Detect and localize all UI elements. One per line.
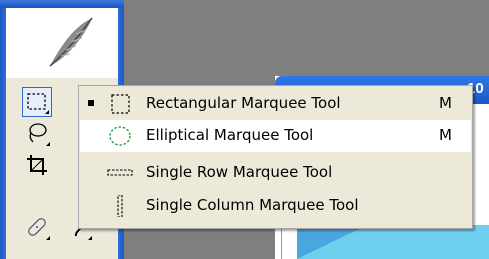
marquee-tools-flyout-menu: Rectangular Marquee Tool M Elliptical Ma… (78, 85, 473, 229)
toolbox-logo-area[interactable] (6, 8, 118, 78)
single-column-marquee-icon (117, 195, 123, 217)
menu-item-rectangular-marquee[interactable]: Rectangular Marquee Tool M (80, 88, 471, 120)
crop-tool-button[interactable] (22, 150, 52, 180)
menu-item-label: Rectangular Marquee Tool (146, 94, 341, 112)
menu-item-elliptical-marquee[interactable]: Elliptical Marquee Tool M (80, 120, 471, 152)
current-tool-bullet (88, 100, 94, 106)
menu-item-shortcut: M (439, 94, 452, 112)
menu-item-label: Elliptical Marquee Tool (146, 126, 314, 144)
toolbox-titlebar[interactable] (0, 0, 124, 8)
feather-icon (49, 17, 93, 67)
menu-item-single-column-marquee[interactable]: Single Column Marquee Tool (80, 190, 471, 222)
crop-icon (27, 155, 47, 175)
menu-item-shortcut: M (439, 126, 452, 144)
rectangular-marquee-icon (111, 94, 130, 114)
submenu-indicator (46, 142, 50, 146)
submenu-indicator (45, 110, 49, 114)
menu-item-label: Single Row Marquee Tool (146, 163, 333, 181)
submenu-indicator (46, 236, 50, 240)
lasso-tool-button[interactable] (22, 118, 52, 148)
single-row-marquee-icon (107, 169, 133, 176)
healing-brush-tool-button[interactable] (22, 212, 52, 242)
menu-item-single-row-marquee[interactable]: Single Row Marquee Tool (80, 157, 471, 189)
canvas-shape (297, 225, 367, 259)
rectangular-marquee-tool-button[interactable] (22, 87, 52, 117)
menu-item-label: Single Column Marquee Tool (146, 196, 359, 214)
submenu-indicator (88, 236, 92, 240)
elliptical-marquee-icon (109, 126, 131, 146)
rectangular-marquee-icon (27, 93, 46, 110)
